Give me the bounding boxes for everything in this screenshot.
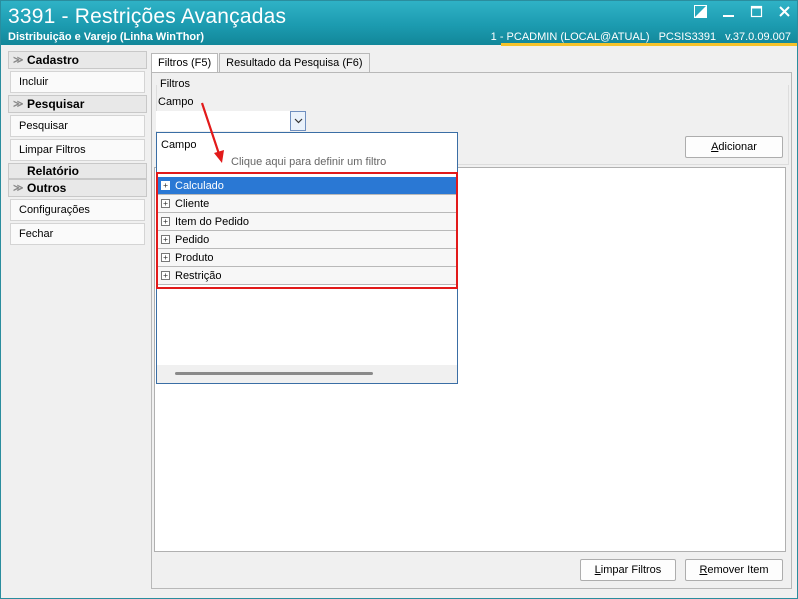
edit-icon[interactable] bbox=[693, 5, 707, 19]
tree-node-cliente[interactable]: + Cliente bbox=[157, 195, 457, 213]
sidebar-item-fechar[interactable]: Fechar bbox=[10, 223, 145, 245]
version-label: v.37.0.09.007 bbox=[725, 31, 791, 43]
sidebar-item-pesquisar[interactable]: Pesquisar bbox=[10, 115, 145, 137]
tree-node-label: Cliente bbox=[175, 197, 210, 210]
tree-node-label: Calculado bbox=[175, 179, 224, 192]
adicionar-button[interactable]: Adicionar bbox=[685, 136, 783, 158]
tab-resultado-pesquisa[interactable]: Resultado da Pesquisa (F6) bbox=[219, 53, 370, 73]
sidebar-item-limpar-filtros[interactable]: Limpar Filtros bbox=[10, 139, 145, 161]
tree-node-item-do-pedido[interactable]: + Item do Pedido bbox=[157, 213, 457, 231]
chevron-icon: ≫ bbox=[13, 54, 24, 66]
window-subtitle: Distribuição e Varejo (Linha WinThor) bbox=[8, 31, 205, 43]
close-icon[interactable] bbox=[777, 5, 791, 19]
user-info: 1 - PCADMIN (LOCAL@ATUAL) bbox=[490, 31, 650, 43]
main-panel: Filtros (F5) Resultado da Pesquisa (F6) … bbox=[151, 51, 792, 591]
expand-plus-icon[interactable]: + bbox=[161, 217, 170, 226]
dropdown-hint[interactable]: Clique aqui para definir um filtro bbox=[231, 156, 386, 168]
tree-node-produto[interactable]: + Produto bbox=[157, 249, 457, 267]
minimize-icon[interactable] bbox=[721, 5, 735, 19]
dropdown-column-header: Campo bbox=[161, 139, 197, 151]
sidebar-item-configuracoes[interactable]: Configurações bbox=[10, 199, 145, 221]
annotation-arrow-icon bbox=[200, 102, 224, 163]
chevron-down-icon[interactable] bbox=[290, 111, 306, 131]
sidebar-header-label: Cadastro bbox=[27, 53, 80, 67]
app-window: 3391 - Restrições Avançadas Distribuição… bbox=[0, 0, 798, 599]
expand-plus-icon[interactable]: + bbox=[161, 271, 170, 280]
remover-mnemonic: R bbox=[699, 564, 708, 576]
expand-plus-icon[interactable]: + bbox=[161, 235, 170, 244]
sidebar-header-label: Outros bbox=[27, 181, 67, 195]
sidebar-header-label: Pesquisar bbox=[27, 97, 85, 111]
campo-combobox[interactable] bbox=[156, 111, 306, 131]
expand-plus-icon[interactable]: + bbox=[161, 181, 170, 190]
chevron-icon: ≫ bbox=[13, 182, 24, 194]
tab-strip: Filtros (F5) Resultado da Pesquisa (F6) bbox=[151, 53, 371, 74]
sidebar-section-relatorio[interactable]: Relatório bbox=[8, 163, 147, 179]
tree-node-label: Pedido bbox=[175, 233, 210, 246]
tree-node-pedido[interactable]: + Pedido bbox=[157, 231, 457, 249]
window-controls bbox=[693, 5, 791, 19]
tree-node-restricao[interactable]: + Restrição bbox=[157, 267, 457, 285]
tree-node-label: Produto bbox=[175, 251, 214, 264]
expand-plus-icon[interactable]: + bbox=[161, 253, 170, 262]
limpar-filtros-button[interactable]: Limpar Filtros bbox=[580, 559, 676, 581]
sidebar-section-outros[interactable]: ≫ Outros bbox=[8, 179, 147, 197]
sidebar: ≫ Cadastro Incluir ≫ Pesquisar Pesquisar… bbox=[8, 51, 147, 247]
dropdown-tree-list: + Calculado + Cliente + Item do Pedido +… bbox=[157, 177, 457, 285]
remover-label: emover Item bbox=[707, 564, 769, 576]
tree-node-calculado[interactable]: + Calculado bbox=[157, 177, 457, 195]
system-info: 1 - PCADMIN (LOCAL@ATUAL) PCSIS3391 v.37… bbox=[485, 31, 791, 43]
adicionar-mnemonic: A bbox=[711, 141, 719, 153]
adicionar-label: dicionar bbox=[718, 141, 757, 153]
filtros-group-label: Filtros bbox=[160, 78, 190, 90]
expand-plus-icon[interactable]: + bbox=[161, 199, 170, 208]
remover-item-button[interactable]: Remover Item bbox=[685, 559, 783, 581]
scrollbar-thumb[interactable] bbox=[175, 372, 373, 375]
routine-code: PCSIS3391 bbox=[658, 31, 717, 43]
campo-dropdown-tree[interactable]: Campo Clique aqui para definir um filtro… bbox=[156, 132, 458, 384]
chevron-icon: ≫ bbox=[13, 98, 24, 110]
campo-label: Campo bbox=[158, 96, 194, 108]
sidebar-item-incluir[interactable]: Incluir bbox=[10, 71, 145, 93]
sidebar-section-cadastro[interactable]: ≫ Cadastro bbox=[8, 51, 147, 69]
sidebar-section-pesquisar[interactable]: ≫ Pesquisar bbox=[8, 95, 147, 113]
tree-node-label: Item do Pedido bbox=[175, 215, 249, 228]
limpar-label: impar Filtros bbox=[600, 564, 662, 576]
window-title: 3391 - Restrições Avançadas bbox=[8, 5, 287, 28]
tab-filtros[interactable]: Filtros (F5) bbox=[151, 53, 219, 74]
tree-node-label: Restrição bbox=[175, 269, 222, 282]
dropdown-horizontal-scrollbar[interactable] bbox=[157, 365, 457, 383]
status-accent-bar bbox=[501, 43, 797, 46]
maximize-icon[interactable] bbox=[749, 5, 763, 19]
tab-content-filtros: Filtros Campo Adicionar Campo Clique aqu… bbox=[151, 72, 792, 589]
title-bar: 3391 - Restrições Avançadas Distribuição… bbox=[1, 1, 797, 45]
